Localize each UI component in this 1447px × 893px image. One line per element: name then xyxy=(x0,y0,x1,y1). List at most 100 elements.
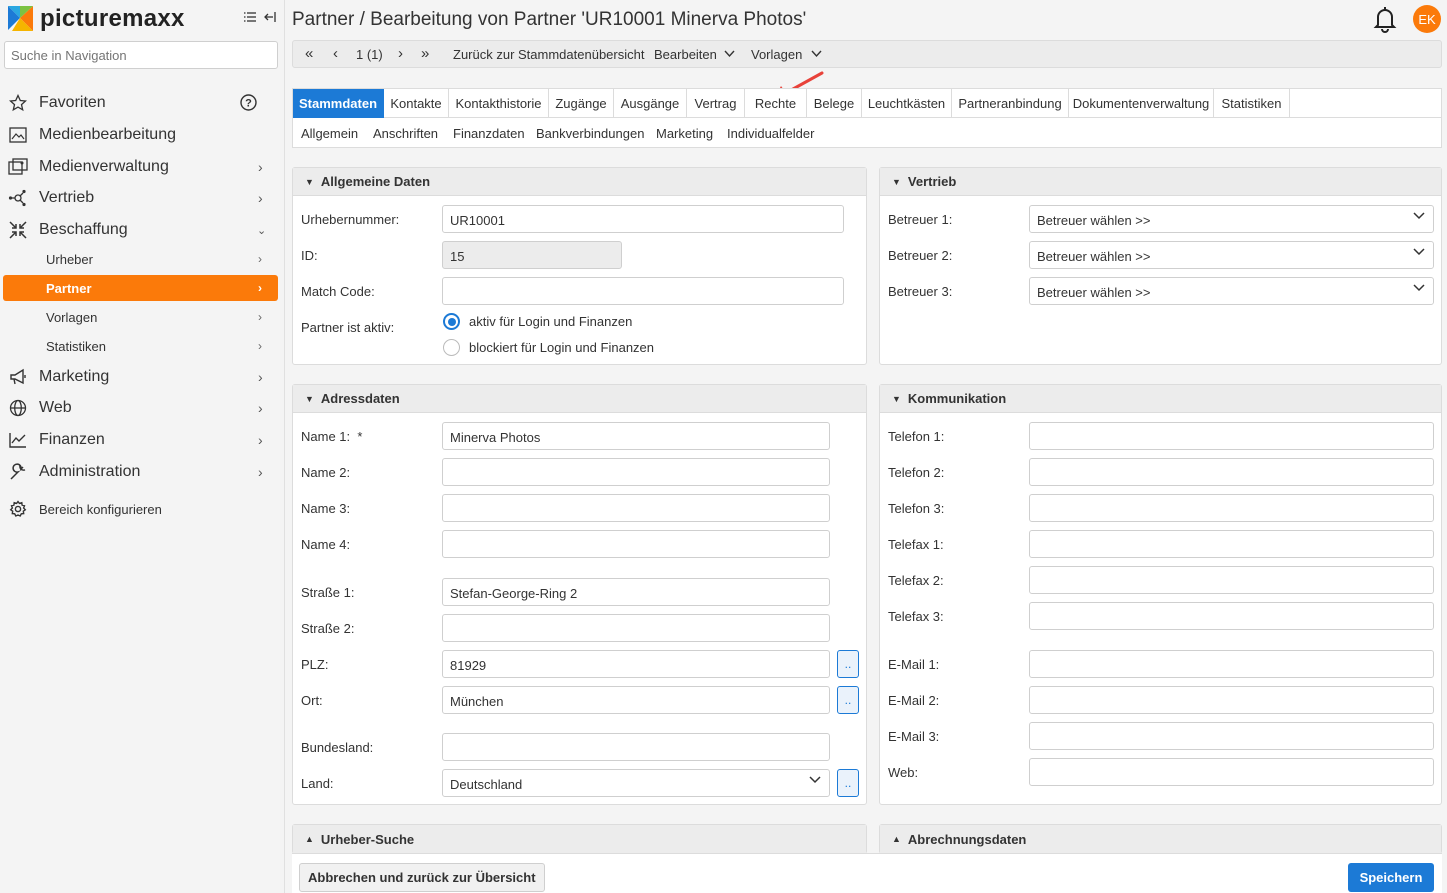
name2-input[interactable] xyxy=(442,458,830,486)
tab-dokumentenverwaltung[interactable]: Dokumentenverwaltung xyxy=(1069,89,1214,118)
fax3-input[interactable] xyxy=(1029,602,1434,630)
zip-lookup-button[interactable]: .. xyxy=(837,650,859,678)
name3-input[interactable] xyxy=(442,494,830,522)
wrench-icon xyxy=(10,463,26,480)
street2-input[interactable] xyxy=(442,614,830,642)
nav-sub-vorlagen[interactable]: Vorlagen › xyxy=(3,304,278,330)
city-input[interactable]: München xyxy=(442,686,830,714)
tab-vertrag[interactable]: Vertrag xyxy=(687,89,745,118)
subtab-allgemein[interactable]: Allgemein xyxy=(301,126,358,141)
phone2-input[interactable] xyxy=(1029,458,1434,486)
sales-header[interactable]: ▼ Vertrieb xyxy=(880,168,1441,196)
radio-blocked[interactable]: blockiert für Login und Finanzen xyxy=(443,339,654,356)
betreuer-3-select[interactable]: Betreuer wählen >> xyxy=(1029,277,1434,305)
caret-up-icon: ▲ xyxy=(892,834,901,844)
general-data-header[interactable]: ▼ Allgemeine Daten xyxy=(293,168,866,196)
email2-input[interactable] xyxy=(1029,686,1434,714)
web-input[interactable] xyxy=(1029,758,1434,786)
media-library-icon xyxy=(8,158,28,175)
billing-header[interactable]: ▲ Abrechnungsdaten xyxy=(880,825,1441,853)
svg-text:?: ? xyxy=(245,98,252,110)
list-view-icon[interactable] xyxy=(243,10,257,24)
nav-web[interactable]: Web › xyxy=(0,393,285,423)
user-avatar[interactable]: EK xyxy=(1413,5,1441,33)
chevron-right-icon: › xyxy=(258,464,263,480)
picturemaxx-logo-icon xyxy=(8,6,33,31)
nav-beschaffung[interactable]: Beschaffung ⌄ xyxy=(0,215,285,245)
zip-input[interactable]: 81929 xyxy=(442,650,830,678)
chevron-down-icon xyxy=(811,50,822,58)
next-page-icon[interactable]: › xyxy=(398,45,403,62)
tab-leuchtkaesten[interactable]: Leuchtkästen xyxy=(862,89,952,118)
subtab-individualfelder[interactable]: Individualfelder xyxy=(727,126,814,141)
country-lookup-button[interactable]: .. xyxy=(837,769,859,797)
bell-icon[interactable] xyxy=(1371,5,1399,33)
nav-search-input[interactable] xyxy=(4,41,278,69)
save-button[interactable]: Speichern xyxy=(1348,863,1434,892)
prev-page-icon[interactable]: ‹ xyxy=(333,45,338,62)
betreuer-2-label: Betreuer 2: xyxy=(888,248,953,263)
nav-administration[interactable]: Administration › xyxy=(0,457,285,487)
subtab-anschriften[interactable]: Anschriften xyxy=(373,126,438,141)
tab-partneranbindung[interactable]: Partneranbindung xyxy=(952,89,1069,118)
fax2-input[interactable] xyxy=(1029,566,1434,594)
record-toolbar: « ‹ 1 (1) › » Zurück zur Stammdatenübers… xyxy=(292,40,1442,68)
radio-active[interactable]: aktiv für Login und Finanzen xyxy=(443,313,632,330)
name3-label: Name 3: xyxy=(301,501,351,516)
nav-medienverwaltung[interactable]: Medienverwaltung › xyxy=(0,152,285,182)
last-page-icon[interactable]: » xyxy=(421,45,429,62)
nav-vertrieb[interactable]: Vertrieb › xyxy=(0,183,285,213)
fax1-input[interactable] xyxy=(1029,530,1434,558)
tab-kontakte[interactable]: Kontakte xyxy=(384,89,449,118)
nav-sub-partner[interactable]: Partner › xyxy=(3,275,278,301)
nav-finanzen[interactable]: Finanzen › xyxy=(0,425,285,455)
first-page-icon[interactable]: « xyxy=(305,45,313,62)
nav-medienbearbeitung[interactable]: Medienbearbeitung xyxy=(0,120,285,150)
nav-favoriten[interactable]: Favoriten ? xyxy=(0,88,285,118)
tab-kontakthistorie[interactable]: Kontakthistorie xyxy=(449,89,549,118)
nav-sub-urheber[interactable]: Urheber › xyxy=(3,246,278,272)
address-header[interactable]: ▼ Adressdaten xyxy=(293,385,866,413)
nav-marketing[interactable]: Marketing › xyxy=(0,362,285,392)
street1-input[interactable]: Stefan-George-Ring 2 xyxy=(442,578,830,606)
tab-stammdaten[interactable]: Stammdaten xyxy=(293,89,384,118)
author-search-header[interactable]: ▲ Urheber-Suche xyxy=(293,825,866,853)
page-indicator: 1 (1) xyxy=(356,47,383,62)
chevron-right-icon: › xyxy=(258,281,262,295)
help-icon[interactable]: ? xyxy=(240,94,257,111)
subtab-marketing[interactable]: Marketing xyxy=(656,126,713,141)
nav-bereich-konfigurieren[interactable]: Bereich konfigurieren xyxy=(0,494,285,524)
tab-zugaenge[interactable]: Zugänge xyxy=(549,89,614,118)
tab-ausgaenge[interactable]: Ausgänge xyxy=(614,89,687,118)
email3-input[interactable] xyxy=(1029,722,1434,750)
templates-menu-button[interactable]: Vorlagen xyxy=(751,47,802,62)
back-to-overview-button[interactable]: Zurück zur Stammdatenübersicht xyxy=(453,47,644,62)
fax3-label: Telefax 3: xyxy=(888,609,944,624)
phone3-input[interactable] xyxy=(1029,494,1434,522)
subtab-bankverbindungen[interactable]: Bankverbindungen xyxy=(536,126,644,141)
tab-belege[interactable]: Belege xyxy=(807,89,862,118)
collapse-sidebar-icon[interactable] xyxy=(263,10,277,24)
nav-sub-statistiken[interactable]: Statistiken › xyxy=(3,333,278,359)
tab-rechte[interactable]: Rechte xyxy=(745,89,807,118)
urheber-number-input[interactable]: UR10001 xyxy=(442,205,844,233)
match-code-input[interactable] xyxy=(442,277,844,305)
name1-input[interactable]: Minerva Photos xyxy=(442,422,830,450)
tab-bar: Stammdaten Kontakte Kontakthistorie Zugä… xyxy=(292,88,1442,148)
edit-menu-button[interactable]: Bearbeiten xyxy=(654,47,717,62)
subtab-finanzdaten[interactable]: Finanzdaten xyxy=(453,126,525,141)
name4-input[interactable] xyxy=(442,530,830,558)
communication-header[interactable]: ▼ Kommunikation xyxy=(880,385,1441,413)
country-select[interactable]: Deutschland xyxy=(442,769,830,797)
tab-statistiken[interactable]: Statistiken xyxy=(1214,89,1290,118)
state-input[interactable] xyxy=(442,733,830,761)
phone1-input[interactable] xyxy=(1029,422,1434,450)
email1-input[interactable] xyxy=(1029,650,1434,678)
cancel-button[interactable]: Abbrechen und zurück zur Übersicht xyxy=(299,863,545,892)
logo[interactable]: picturemaxx xyxy=(6,4,185,33)
betreuer-2-select[interactable]: Betreuer wählen >> xyxy=(1029,241,1434,269)
id-label: ID: xyxy=(301,248,318,263)
betreuer-1-select[interactable]: Betreuer wählen >> xyxy=(1029,205,1434,233)
city-lookup-button[interactable]: .. xyxy=(837,686,859,714)
chevron-right-icon: › xyxy=(258,159,263,175)
